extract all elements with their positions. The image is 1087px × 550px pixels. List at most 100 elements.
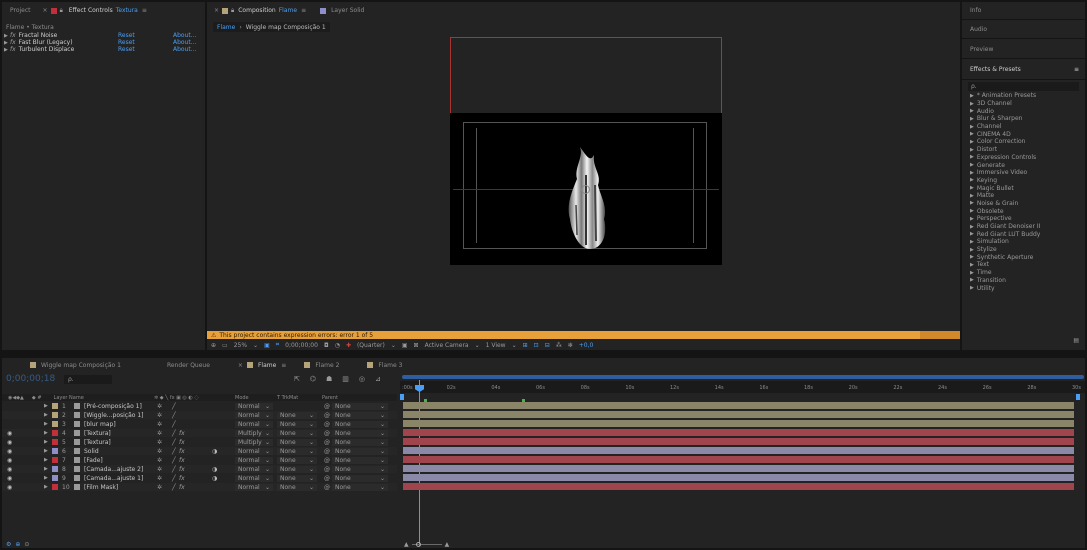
layer-duration-bar[interactable] [403,402,1074,409]
expand-triangle-icon[interactable]: ▶ [970,116,974,122]
graph-editor-icon[interactable]: ⊿ [375,375,381,383]
flowchart-icon[interactable]: ⊟ [545,342,550,349]
expand-triangle-icon[interactable]: ▶ [970,185,974,191]
view-layout-dropdown[interactable]: 1 View [486,342,506,349]
effects-category-item[interactable]: ▶ Channel [962,123,1085,131]
lock-icon[interactable]: 🔒︎ [60,7,63,15]
expand-triangle-icon[interactable]: ▶ [970,216,974,222]
video-eye-icon[interactable]: ◉ [7,465,12,473]
reset-link[interactable]: Reset [118,46,135,53]
layer-row[interactable]: ◉ ▶ 6 Solid ✲ ╱ fx ◑ Normal ⌄ None ⌄ @ None ⌄ [2,447,397,455]
effects-category-item[interactable]: ▶ Audio [962,107,1085,115]
trkmat-header[interactable]: T TrkMat [277,395,298,401]
expand-triangle-icon[interactable]: ▶ [970,147,974,153]
reset-exposure-icon[interactable]: ✻ [568,342,573,349]
zoom-slider-track[interactable] [411,542,442,547]
parent-dropdown[interactable]: None ⌄ [332,411,388,419]
timecode-display[interactable]: 0;00;00;18 [6,374,55,384]
effects-search-input[interactable]: ρ. [968,82,1079,91]
fast-draft-icon[interactable]: ⊡ [534,342,539,349]
anchor-point-icon[interactable] [581,185,590,194]
layer-row[interactable]: ▶ 1 [Pré-composição 1] ✲ ╱ Normal ⌄ @ None ⌄ [2,402,397,410]
parent-dropdown[interactable]: None ⌄ [332,447,388,455]
mode-dropdown[interactable]: Normal ⌄ [235,483,273,491]
label-color-swatch[interactable] [52,439,58,445]
twirl-triangle-icon[interactable]: ▶ [44,402,48,410]
layer-name[interactable]: [Camada...ajuste 2] [84,465,143,473]
layer-duration-bar[interactable] [403,438,1074,445]
expand-triangle-icon[interactable]: ▶ [970,131,974,137]
layer-name[interactable]: [blur map] [84,420,116,428]
expand-triangle-icon[interactable]: ▶ [970,277,974,283]
pickwhip-icon[interactable]: @ [324,438,330,446]
shy-switch-icon[interactable]: ✲ [157,420,162,428]
magnification-icon[interactable]: ⊕ [211,342,216,349]
reset-link[interactable]: Reset [118,39,135,46]
effects-category-item[interactable]: ▶ Color Correction [962,138,1085,146]
tab-effect-controls[interactable]: Effect Controls [69,7,113,14]
comp-viewer[interactable] [207,33,960,330]
twirl-triangle-icon[interactable]: ▶ [44,420,48,428]
zoom-in-icon[interactable]: ▲ [445,541,450,548]
close-icon[interactable]: × [43,7,48,14]
quality-switch-icon[interactable]: ╱ [172,438,176,446]
mode-dropdown[interactable]: Multiply ⌄ [235,438,273,446]
quality-switch-icon[interactable]: ╱ [172,456,176,464]
effects-category-item[interactable]: ▶ Utility [962,284,1085,292]
layer-duration-bar[interactable] [403,465,1074,472]
expand-triangle-icon[interactable]: ▶ [970,193,974,199]
layer-duration-bar[interactable] [403,420,1074,427]
parent-dropdown[interactable]: None ⌄ [332,429,388,437]
label-color-swatch[interactable] [52,430,58,436]
tab-flame-2[interactable]: Flame 2 [315,362,339,369]
fx-switch-icon[interactable]: fx [179,456,185,464]
color-management-icon[interactable]: ✚ [346,342,351,349]
layer-name-header[interactable]: Layer Name [54,395,84,401]
twirl-triangle-icon[interactable]: ▶ [44,465,48,473]
about-link[interactable]: About... [173,46,196,53]
layer-name[interactable]: [Textura] [84,438,111,446]
layer-name[interactable]: Solid [84,447,99,455]
effect-row-fractal-noise[interactable]: ▶ fx Fractal Noise Reset About... [2,32,205,39]
transparency-grid-icon[interactable]: ⊠ [414,342,419,349]
expand-triangle-icon[interactable]: ▶ [970,224,974,230]
tab-composition[interactable]: Composition [238,7,275,14]
parent-dropdown[interactable]: None ⌄ [332,420,388,428]
fast-previews-icon[interactable]: ▣ [402,342,408,349]
effects-category-item[interactable]: ▶ Blur & Sharpen [962,115,1085,123]
render-time-icon[interactable]: ⊙ [24,541,29,548]
toggle-modes-icon[interactable]: ⊕ [15,541,20,548]
active-camera-dropdown[interactable]: Active Camera [425,342,469,349]
parent-dropdown[interactable]: None ⌄ [332,402,388,410]
twirl-triangle-icon[interactable]: ▶ [44,411,48,419]
layer-row[interactable]: ◉ ▶ 7 [Fade] ✲ ╱ fx Normal ⌄ None ⌄ @ None ⌄ [2,456,397,464]
effects-category-item[interactable]: ▶ Matte [962,192,1085,200]
resolution-dropdown[interactable]: (Quarter) [357,342,385,349]
layer-name[interactable]: [Pré-composição 1] [84,402,142,410]
effects-category-item[interactable]: ▶ Obsolete [962,207,1085,215]
fx-switch-icon[interactable]: fx [179,447,185,455]
mode-dropdown[interactable]: Normal ⌄ [235,474,273,482]
shy-switch-icon[interactable]: ✲ [157,429,162,437]
layer-row[interactable]: ◉ ▶ 4 [Textura] ✲ ╱ fx Multiply ⌄ None ⌄ @ None ⌄ [2,429,397,437]
expand-triangle-icon[interactable]: ▶ [2,47,10,53]
effects-category-item[interactable]: ▶ Keying [962,177,1085,185]
layer-name[interactable]: [Camada...ajuste 1] [84,474,143,482]
effects-category-item[interactable]: ▶ Text [962,261,1085,269]
expand-triangle-icon[interactable]: ▶ [970,247,974,253]
tab-render-queue[interactable]: Render Queue [167,362,210,369]
expand-triangle-icon[interactable]: ▶ [970,154,974,160]
tab-layer-solid[interactable]: Layer Solid [331,7,364,14]
layer-name[interactable]: [Film Mask] [84,483,118,491]
trkmat-dropdown[interactable]: None ⌄ [277,438,317,446]
3d-renderer-icon[interactable]: ⁂ [556,342,562,349]
work-area-bar[interactable] [402,375,1084,379]
adjustment-layer-icon[interactable]: ◑ [212,474,217,482]
effects-category-item[interactable]: ▶ Red Giant Denoiser II [962,223,1085,231]
layer-name[interactable]: [Wiggle...posição 1] [84,411,144,419]
expand-triangle-icon[interactable]: ▶ [970,139,974,145]
mode-dropdown[interactable]: Normal ⌄ [235,411,273,419]
grid-toggle-icon[interactable]: ▭ [222,342,228,349]
effects-category-item[interactable]: ▶ Generate [962,161,1085,169]
motion-blur-icon[interactable]: ◎ [359,375,365,383]
